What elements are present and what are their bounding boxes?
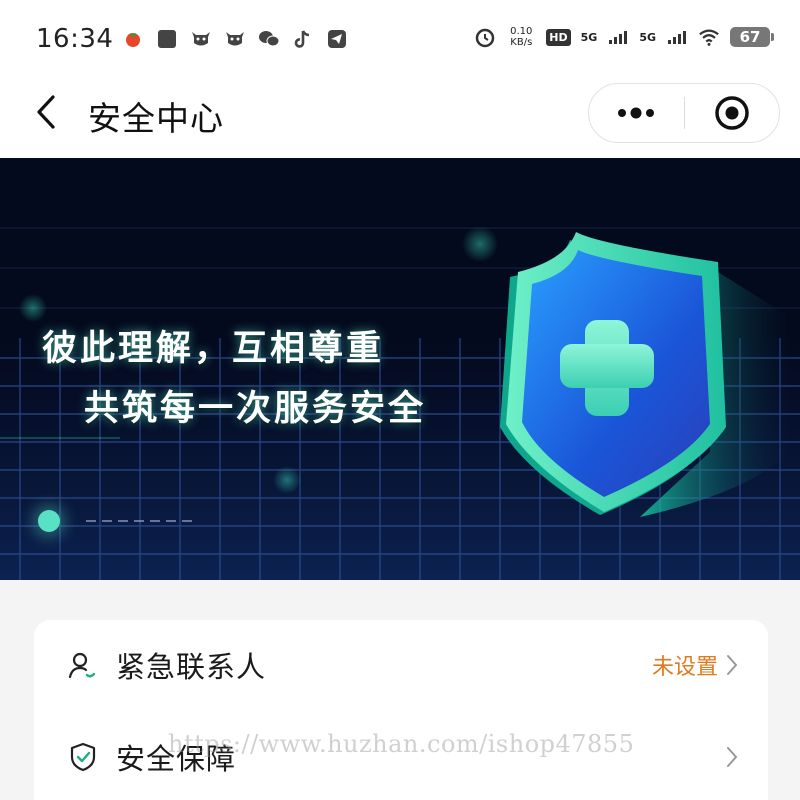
pager-dash[interactable]	[102, 520, 112, 522]
target-close-icon	[715, 96, 749, 130]
emergency-contact-row[interactable]: 紧急联系人 未设置	[34, 620, 768, 710]
telegram-icon	[326, 28, 348, 50]
system-status-icons: 0.10 KB/s HD 5G 5G 67	[474, 26, 774, 48]
emergency-contact-status: 未设置	[651, 655, 718, 680]
pager-dash[interactable]	[150, 520, 160, 522]
notification-icons	[122, 28, 348, 50]
banner-slogan-line-1: 彼此理解，互相尊重	[42, 329, 385, 369]
emergency-contact-label: 紧急联系人	[116, 650, 267, 684]
hd-badge: HD	[546, 28, 571, 46]
chevron-right-icon	[724, 745, 740, 769]
network-speed: 0.10 KB/s	[506, 26, 536, 48]
tomato-app-icon	[122, 28, 144, 50]
safety-options-card: 紧急联系人 未设置 安全保障	[34, 620, 768, 800]
more-dots-icon	[618, 107, 655, 119]
status-bar: 16:34 0.10 KB/s HD 5G 5G 67	[0, 0, 800, 80]
signal-2-label: 5G	[639, 30, 656, 44]
pager-dash[interactable]	[134, 520, 144, 522]
wifi-icon	[698, 26, 720, 48]
status-time: 16:34	[36, 24, 114, 54]
safety-guarantee-label: 安全保障	[116, 742, 237, 776]
banner-slogan-line-2: 共筑每一次服务安全	[84, 389, 427, 429]
signal-bars-icon	[607, 26, 629, 48]
more-button[interactable]	[589, 84, 684, 142]
chevron-left-icon	[37, 95, 55, 129]
user-contact-icon	[68, 650, 98, 680]
wechat-icon	[258, 28, 280, 50]
network-speed-value: 0.10	[510, 26, 533, 37]
safety-guarantee-row[interactable]: 安全保障	[34, 712, 768, 800]
nav-bar: 安全中心	[0, 80, 800, 158]
miniprogram-capsule	[588, 83, 780, 143]
cow-app-icon-2	[224, 28, 246, 50]
pager-dot-active[interactable]	[38, 510, 60, 532]
network-speed-unit: KB/s	[510, 37, 533, 48]
back-button[interactable]	[26, 92, 66, 132]
chevron-right-icon	[724, 653, 740, 677]
pager-dash[interactable]	[86, 520, 96, 522]
shield-check-icon	[68, 742, 98, 772]
shield-plus-icon	[500, 232, 790, 517]
cow-app-icon	[190, 28, 212, 50]
pager-dash[interactable]	[166, 520, 176, 522]
pager-dash[interactable]	[118, 520, 128, 522]
tiktok-icon	[292, 28, 314, 50]
pager-dash[interactable]	[182, 520, 192, 522]
battery-indicator: 67	[730, 27, 774, 47]
alarm-icon	[474, 26, 496, 48]
banner-pager	[38, 510, 192, 532]
safety-banner[interactable]: 彼此理解，互相尊重 共筑每一次服务安全	[0, 158, 800, 580]
page-title: 安全中心	[88, 99, 224, 138]
close-miniprogram-button[interactable]	[685, 84, 780, 142]
signal-bars-icon-2	[666, 26, 688, 48]
square-app-icon	[156, 28, 178, 50]
signal-1-label: 5G	[580, 30, 598, 44]
